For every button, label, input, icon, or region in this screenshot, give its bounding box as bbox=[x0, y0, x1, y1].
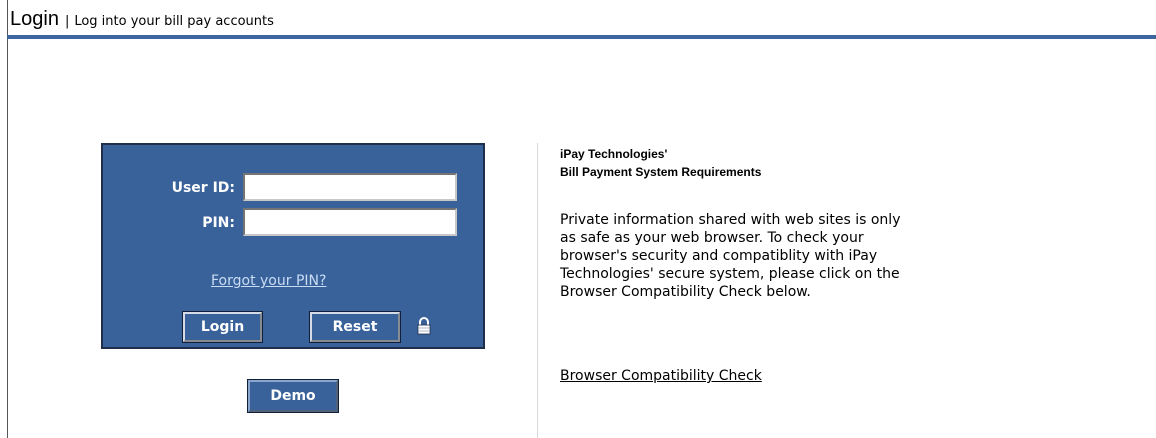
info-line-5: Browser Compatibility Check below. bbox=[560, 284, 811, 300]
security-info-text: Private information shared with web site… bbox=[560, 211, 1000, 301]
login-panel: User ID: PIN: Forgot your PIN? Login Res… bbox=[101, 143, 485, 349]
forgot-pin-link[interactable]: Forgot your PIN? bbox=[211, 273, 326, 289]
page-subtitle: Log into your bill pay accounts bbox=[74, 14, 274, 29]
info-line-1: Private information shared with web site… bbox=[560, 212, 901, 228]
login-button[interactable]: Login bbox=[182, 311, 263, 343]
pin-label: PIN: bbox=[202, 215, 235, 231]
reset-button[interactable]: Reset bbox=[309, 311, 401, 343]
pin-input[interactable] bbox=[243, 208, 457, 236]
lock-icon bbox=[416, 317, 432, 335]
left-border-line bbox=[7, 0, 8, 438]
demo-button[interactable]: Demo bbox=[247, 379, 339, 413]
info-line-4: Technologies' secure system, please clic… bbox=[560, 266, 900, 282]
info-line-3: browser's security and compatiblity with… bbox=[560, 248, 878, 264]
browser-compatibility-check-link[interactable]: Browser Compatibility Check bbox=[560, 368, 762, 384]
header-bar bbox=[7, 35, 1156, 39]
vertical-divider bbox=[537, 143, 538, 438]
info-line-2: as safe as your web browser. To check yo… bbox=[560, 230, 864, 246]
page-title: Login bbox=[10, 8, 59, 30]
requirements-title: iPay Technologies' Bill Payment System R… bbox=[560, 145, 761, 181]
requirements-title-line1: iPay Technologies' bbox=[560, 147, 668, 161]
page-header: Login | Log into your bill pay accounts bbox=[10, 8, 1156, 34]
title-separator: | bbox=[64, 14, 70, 29]
user-id-label: User ID: bbox=[171, 180, 235, 196]
requirements-title-line2: Bill Payment System Requirements bbox=[560, 165, 762, 179]
user-id-input[interactable] bbox=[243, 173, 457, 201]
